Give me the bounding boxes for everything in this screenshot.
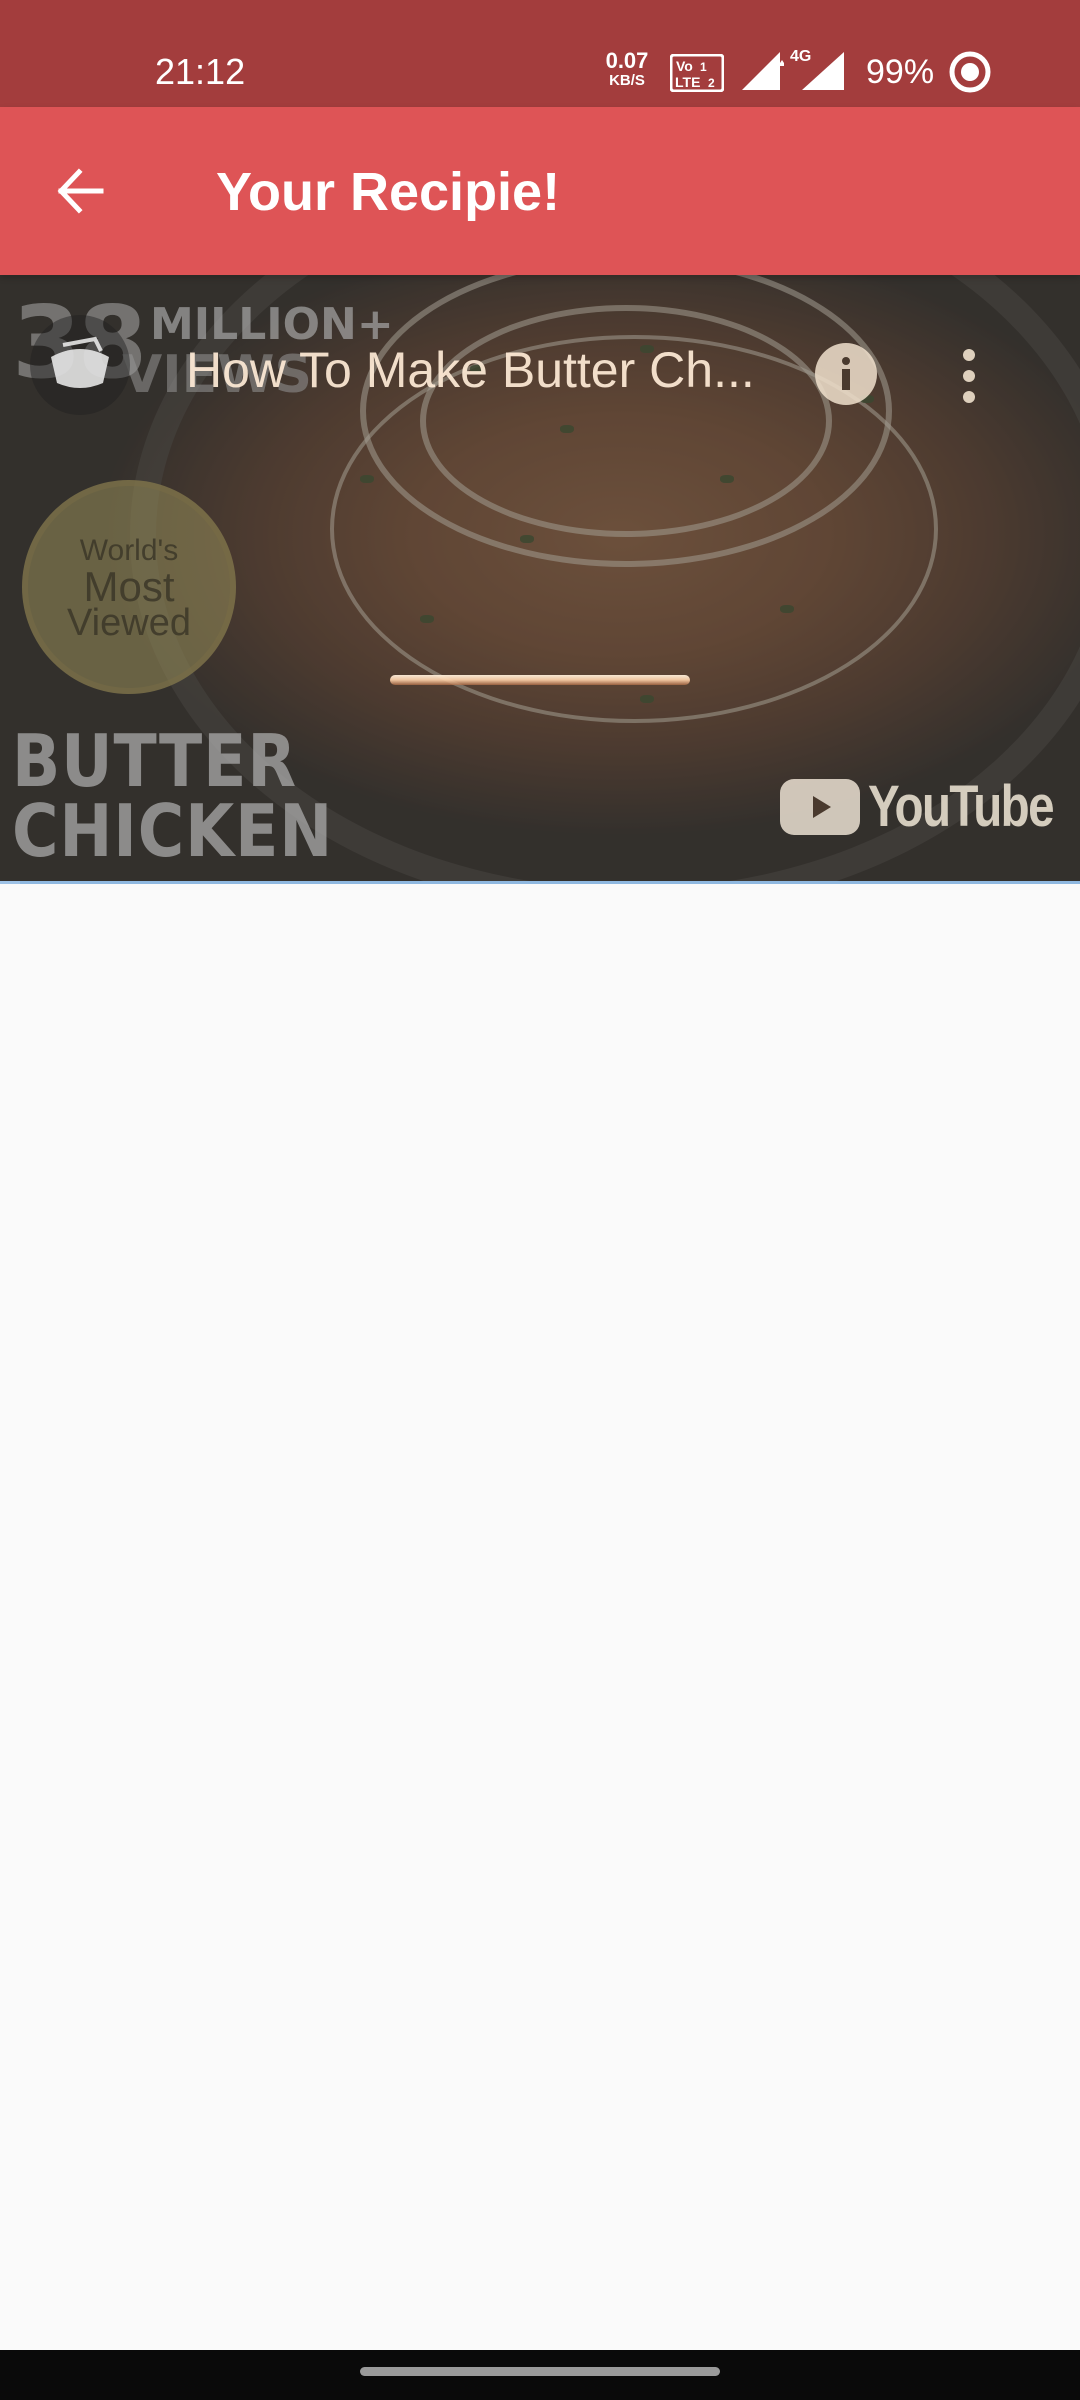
back-button[interactable] xyxy=(40,151,120,231)
badge-line: Viewed xyxy=(67,602,191,644)
dot xyxy=(963,391,975,403)
app-bar: Your Recipie! xyxy=(0,107,1080,275)
recipe-content xyxy=(0,884,1080,2350)
status-bar: 21:12 0.07 KB/S Vo 1 LTE 2 4G 99% xyxy=(0,0,1080,107)
more-vert-icon[interactable] xyxy=(946,341,992,411)
signal-sim2-icon xyxy=(802,52,844,90)
svg-text:LTE: LTE xyxy=(675,74,700,90)
battery-icon xyxy=(949,51,991,93)
signal-sim1-icon xyxy=(742,52,784,90)
channel-logo-icon xyxy=(30,315,130,415)
svg-text:Vo: Vo xyxy=(676,58,693,74)
page-title: Your Recipie! xyxy=(216,162,561,222)
battery-percent: 99% xyxy=(866,53,935,91)
volte-icon: Vo 1 LTE 2 xyxy=(670,54,724,92)
arrow-left-icon xyxy=(57,168,104,214)
youtube-play-icon xyxy=(780,779,860,835)
video-player[interactable]: 38 MILLION+ VIEWS World's Most Viewed BU… xyxy=(0,275,1080,881)
info-button[interactable] xyxy=(815,343,877,405)
network-speed: 0.07 KB/S xyxy=(600,48,654,89)
video-title[interactable]: How To Make Butter Ch... xyxy=(186,340,755,400)
youtube-logo[interactable]: YouTube xyxy=(780,777,1080,837)
status-time: 21:12 xyxy=(155,51,246,92)
screen: 21:12 0.07 KB/S Vo 1 LTE 2 4G 99% Your R… xyxy=(0,0,1080,2400)
dot xyxy=(963,349,975,361)
info-icon xyxy=(842,357,850,390)
dot xyxy=(963,370,975,382)
svg-text:2: 2 xyxy=(708,76,715,90)
home-gesture-bar[interactable] xyxy=(360,2367,720,2376)
play-icon xyxy=(813,796,831,818)
dish-name-line1: BUTTER xyxy=(12,719,297,803)
youtube-wordmark: YouTube xyxy=(868,774,1055,839)
most-viewed-badge: World's Most Viewed xyxy=(22,480,236,694)
network-speed-unit: KB/S xyxy=(609,72,645,89)
svg-text:1: 1 xyxy=(700,60,707,74)
loading-indicator xyxy=(390,675,690,685)
badge-line: Most xyxy=(83,563,175,610)
dish-name-line2: CHICKEN xyxy=(12,789,334,873)
bowl-icon xyxy=(51,336,109,388)
network-speed-value: 0.07 xyxy=(605,48,649,73)
